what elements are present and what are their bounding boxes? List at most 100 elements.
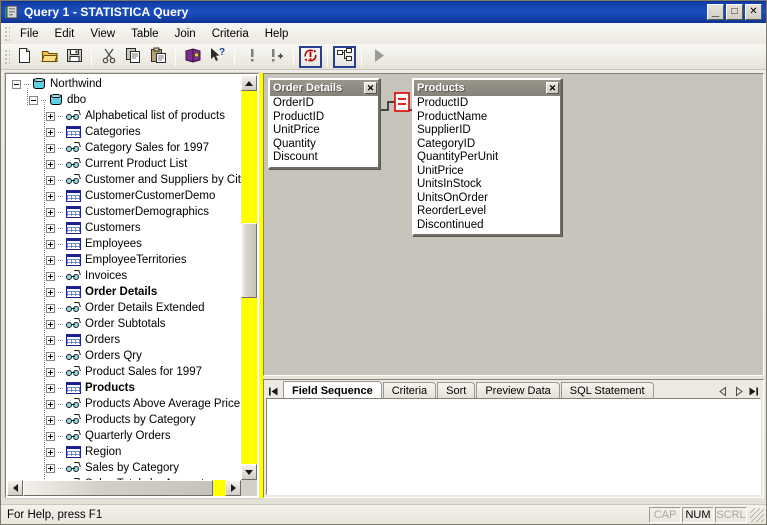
tree-expander[interactable]: [46, 143, 55, 153]
tree-node[interactable]: EmployeeTerritories: [6, 252, 242, 268]
tree-node[interactable]: Products: [6, 380, 242, 396]
tree-scroll-up-button[interactable]: [241, 75, 257, 91]
menu-view[interactable]: View: [82, 25, 123, 43]
field-item[interactable]: Discontinued: [417, 219, 560, 233]
close-icon[interactable]: ✕: [364, 82, 377, 94]
tree-node[interactable]: Order Details: [6, 284, 242, 300]
tree-expander[interactable]: [46, 367, 55, 377]
field-item[interactable]: Discount: [273, 151, 378, 165]
field-item[interactable]: ReorderLevel: [417, 205, 560, 219]
open-button[interactable]: [38, 46, 61, 68]
tree-expander[interactable]: [46, 463, 55, 473]
tree-scroll-right-button[interactable]: [225, 480, 241, 496]
tree-vertical-scrollbar[interactable]: [241, 75, 257, 480]
query-diagram-canvas[interactable]: Order Details ✕ OrderID ProductID UnitPric…: [263, 73, 764, 376]
field-item[interactable]: UnitPrice: [417, 165, 560, 179]
tree-vertical-scroll-thumb[interactable]: [241, 223, 257, 298]
tree-node[interactable]: Invoices: [6, 268, 242, 284]
tree-node[interactable]: Product Sales for 1997: [6, 364, 242, 380]
minimize-button[interactable]: _: [707, 4, 724, 20]
table-window-caption[interactable]: Order Details ✕: [270, 80, 378, 96]
menu-table[interactable]: Table: [123, 25, 167, 43]
field-item[interactable]: Quantity: [273, 138, 378, 152]
tree-expander[interactable]: [46, 383, 55, 393]
field-item[interactable]: ProductID: [273, 111, 378, 125]
tree-node[interactable]: Category Sales for 1997: [6, 140, 242, 156]
tree-expander[interactable]: [46, 287, 55, 297]
prev-tab-button[interactable]: [716, 384, 731, 399]
database-object-tree[interactable]: Northwind dbo Alphabetical list of product…: [6, 74, 242, 481]
tree-expander[interactable]: [46, 447, 55, 457]
tab-sql-statement[interactable]: SQL Statement: [560, 382, 654, 399]
tree-expander[interactable]: [46, 255, 55, 265]
tree-node[interactable]: Order Details Extended: [6, 300, 242, 316]
menu-edit[interactable]: Edit: [47, 25, 83, 43]
cut-button[interactable]: [97, 46, 120, 68]
tree-node[interactable]: Order Subtotals: [6, 316, 242, 332]
tree-node[interactable]: Employees: [6, 236, 242, 252]
tree-node[interactable]: Current Product List: [6, 156, 242, 172]
tree-node[interactable]: Northwind: [6, 76, 242, 92]
field-item[interactable]: OrderID: [273, 97, 378, 111]
tree-node[interactable]: Products by Category: [6, 412, 242, 428]
tree-expander[interactable]: [46, 399, 55, 409]
add-criteria-button[interactable]: [265, 46, 288, 68]
tree-expander[interactable]: [46, 271, 55, 281]
field-item[interactable]: UnitsInStock: [417, 178, 560, 192]
tree-scroll-down-button[interactable]: [241, 464, 257, 480]
field-item[interactable]: ProductID: [417, 97, 560, 111]
tree-node[interactable]: Sales by Category: [6, 460, 242, 476]
close-button[interactable]: ✕: [745, 4, 762, 20]
tree-expander[interactable]: [46, 351, 55, 361]
next-tab-button[interactable]: [731, 384, 746, 399]
paste-button[interactable]: [147, 46, 170, 68]
tree-expander[interactable]: [12, 79, 21, 89]
tree-expander[interactable]: [46, 239, 55, 249]
tree-expander[interactable]: [46, 319, 55, 329]
tree-node[interactable]: Customer and Suppliers by City: [6, 172, 242, 188]
toolbar-gripper[interactable]: [4, 49, 10, 64]
save-button[interactable]: [63, 46, 86, 68]
tree-expander[interactable]: [46, 303, 55, 313]
tab-sort[interactable]: Sort: [437, 382, 476, 399]
tree-expander[interactable]: [46, 207, 55, 217]
tree-horizontal-scroll-thumb[interactable]: [23, 480, 213, 496]
tree-node[interactable]: Products Above Average Price: [6, 396, 242, 412]
tree-expander[interactable]: [46, 111, 55, 121]
tab-field-sequence[interactable]: Field Sequence: [283, 381, 382, 399]
field-item[interactable]: SupplierID: [417, 124, 560, 138]
field-sequence-grid[interactable]: [266, 398, 761, 495]
tree-expander[interactable]: [46, 335, 55, 345]
last-tab-button[interactable]: [746, 384, 761, 399]
field-item[interactable]: UnitsOnOrder: [417, 192, 560, 206]
tree-node[interactable]: Categories: [6, 124, 242, 140]
copy-button[interactable]: [122, 46, 145, 68]
tree-expander[interactable]: [46, 431, 55, 441]
tree-node[interactable]: Customers: [6, 220, 242, 236]
menu-file[interactable]: File: [12, 25, 47, 43]
tree-scroll-left-button[interactable]: [7, 480, 23, 496]
criteria-button[interactable]: [240, 46, 263, 68]
tab-preview-data[interactable]: Preview Data: [476, 382, 560, 399]
maximize-button[interactable]: □: [726, 4, 743, 20]
field-item[interactable]: QuantityPerUnit: [417, 151, 560, 165]
tab-criteria[interactable]: Criteria: [382, 382, 437, 399]
menubar-gripper[interactable]: [4, 26, 10, 41]
table-window-caption[interactable]: Products ✕: [414, 80, 560, 96]
tree-node[interactable]: CustomerCustomerDemo: [6, 188, 242, 204]
field-list[interactable]: ProductID ProductName SupplierID CategoryID…: [414, 96, 560, 234]
auto-join-button[interactable]: [299, 45, 322, 68]
close-icon[interactable]: ✕: [546, 82, 559, 94]
menu-help[interactable]: Help: [257, 25, 297, 43]
tree-node[interactable]: Orders: [6, 332, 242, 348]
tree-expander[interactable]: [46, 159, 55, 169]
tree-horizontal-scrollbar[interactable]: [7, 480, 241, 496]
new-button[interactable]: [13, 46, 36, 68]
menu-criteria[interactable]: Criteria: [204, 25, 257, 43]
run-query-button[interactable]: [367, 46, 390, 68]
tree-node[interactable]: Region: [6, 444, 242, 460]
tree-expander[interactable]: [46, 223, 55, 233]
tree-expander[interactable]: [46, 175, 55, 185]
tree-node[interactable]: CustomerDemographics: [6, 204, 242, 220]
tree-node[interactable]: dbo: [6, 92, 242, 108]
